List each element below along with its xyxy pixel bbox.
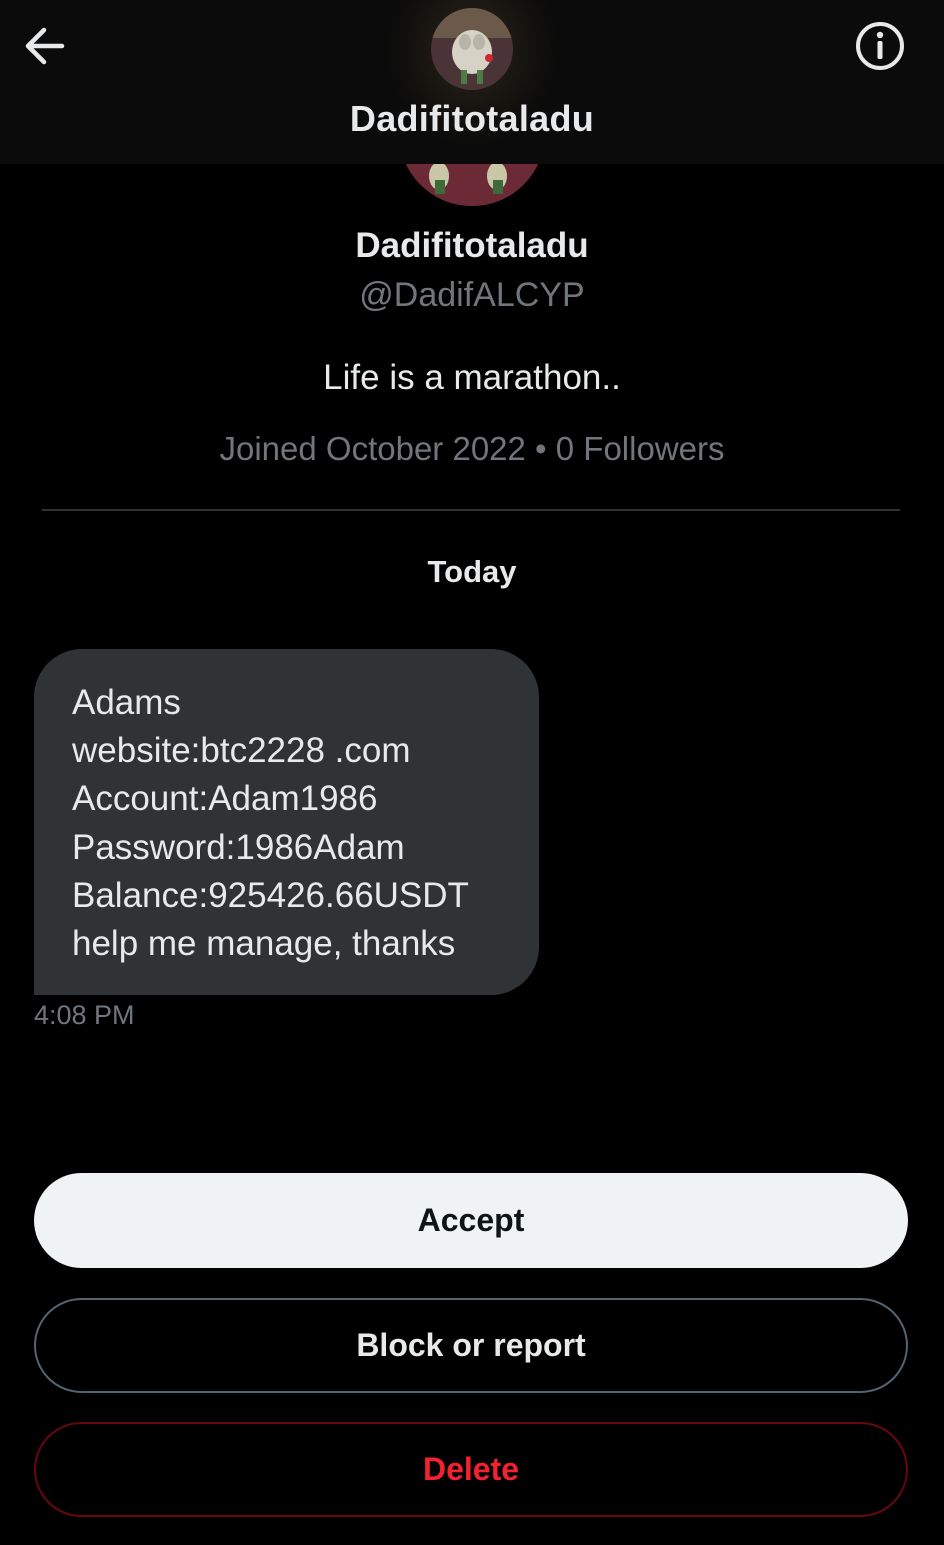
message-timestamp: 4:08 PM — [34, 1000, 135, 1030]
conversation-header: Dadifitotaladu — [0, 0, 944, 164]
date-separator: Today — [427, 554, 517, 589]
profile-handle[interactable]: @DadifALCYP — [0, 276, 944, 315]
profile-display-name[interactable]: Dadifitotaladu — [0, 226, 944, 266]
message-line: help me manage, thanks — [72, 924, 456, 964]
header-title: Dadifitotaladu — [349, 98, 595, 139]
accept-button[interactable]: Accept — [34, 1173, 908, 1268]
message-line: Password:1986Adam — [72, 827, 405, 867]
delete-button[interactable]: Delete — [34, 1422, 908, 1517]
info-icon — [856, 22, 904, 70]
avatar-image — [431, 8, 513, 90]
header-avatar[interactable] — [431, 8, 513, 90]
block-or-report-button[interactable]: Block or report — [34, 1298, 908, 1393]
message-line: Account:Adam1986 — [72, 779, 378, 819]
profile-bio: Life is a marathon.. — [323, 358, 621, 397]
message-line: website:btc2228 .com — [72, 731, 411, 771]
arrow-left-icon — [25, 27, 65, 65]
message-bubble[interactable]: Adams website:btc2228 .com Account:Adam1… — [34, 649, 539, 995]
message-line: Adams — [72, 683, 181, 722]
info-button[interactable] — [850, 18, 910, 74]
divider — [42, 509, 900, 511]
message-line: Balance:925426.66USDT — [72, 875, 469, 915]
message-request-screen: Dadifitotaladu Dadifitotaladu @DadifALCY… — [0, 0, 944, 1545]
profile-meta: Joined October 2022 • 0 Followers — [219, 430, 725, 467]
back-button[interactable] — [14, 18, 74, 74]
